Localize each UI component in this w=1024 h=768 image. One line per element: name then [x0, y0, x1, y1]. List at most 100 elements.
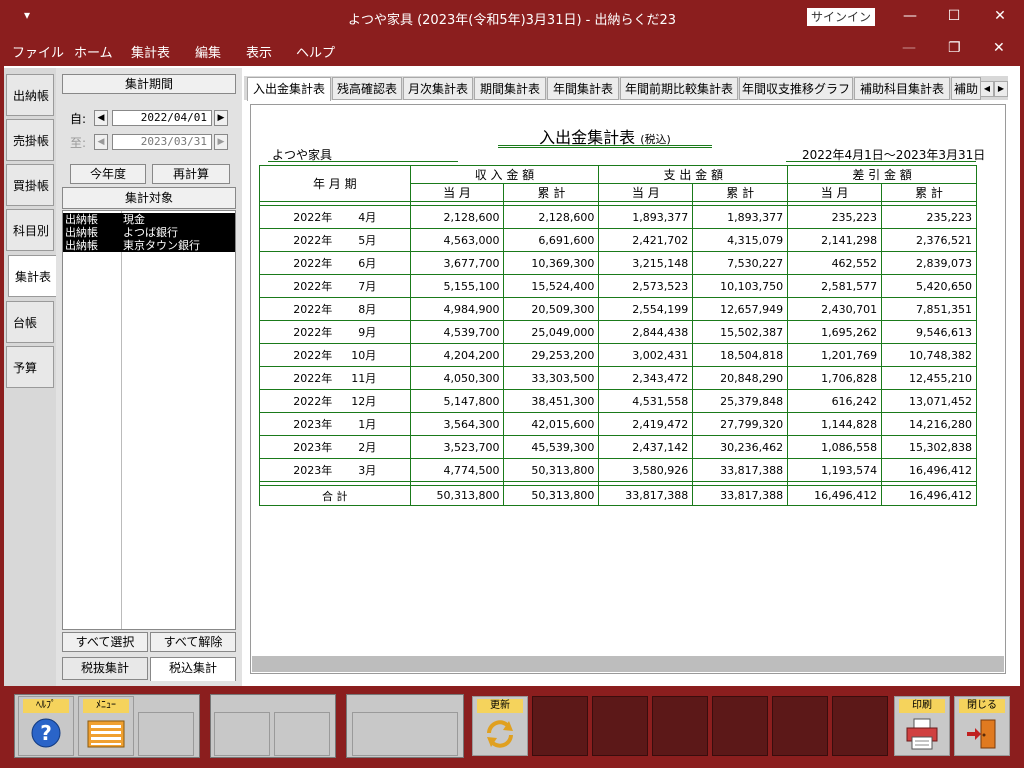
tab-cashbook[interactable]: 出納帳	[6, 74, 54, 116]
col-difference: 差 引 金 額	[787, 165, 977, 184]
deselect-all-button[interactable]: すべて解除	[150, 632, 236, 652]
cell-period: 2022年 5月	[259, 228, 411, 252]
tab-sub-account-summary[interactable]: 補助科目集計表	[854, 77, 950, 100]
cell-income-current: 4,539,700	[409, 320, 505, 344]
print-button[interactable]: 印刷	[894, 696, 950, 756]
menu-summary[interactable]: 集計表	[131, 42, 170, 61]
total-label: 合 計	[259, 485, 411, 506]
doc-close-icon[interactable]: ✕	[993, 40, 1005, 56]
col-income-current: 当 月	[409, 183, 505, 202]
help-button[interactable]: ﾍﾙﾌﾟ ?	[18, 696, 74, 756]
cell-month: 2月	[358, 441, 377, 454]
from-date-field[interactable]: 2022/04/01	[112, 110, 212, 126]
list-item[interactable]: 出納帳 東京タウン銀行	[63, 239, 235, 252]
tab-tax-included[interactable]: 税込集計	[150, 657, 236, 681]
menu-home[interactable]: ホーム	[74, 42, 113, 61]
cell-month: 5月	[358, 234, 377, 247]
menu-button[interactable]: ﾒﾆｭｰ	[78, 696, 134, 756]
cell-month: 4月	[358, 211, 377, 224]
cell-year: 2022年	[293, 280, 333, 293]
to-prev-button[interactable]: ◀	[94, 134, 108, 150]
tab-annual-comparison[interactable]: 年間前期比較集計表	[620, 77, 738, 100]
cell-month: 6月	[358, 257, 377, 270]
menu-view[interactable]: 表示	[246, 42, 272, 61]
tab-monthly-summary[interactable]: 月次集計表	[403, 77, 473, 100]
menu-edit[interactable]: 編集	[195, 42, 221, 61]
tab-annual-summary[interactable]: 年間集計表	[547, 77, 619, 100]
doc-restore-icon[interactable]: ❐	[948, 40, 961, 56]
list-item[interactable]: 出納帳 現金	[63, 213, 235, 226]
tab-payables[interactable]: 買掛帳	[6, 164, 54, 206]
tab-receivables[interactable]: 売掛帳	[6, 119, 54, 161]
from-next-button[interactable]: ▶	[214, 110, 228, 126]
empty-slot	[832, 696, 888, 756]
cell-difference-current: 1,201,769	[787, 343, 883, 367]
col-expense: 支 出 金 額	[598, 165, 789, 184]
menu-help[interactable]: ヘルプ	[296, 42, 335, 61]
table-row: 2022年 12月 5,147,800 38,451,300 4,531,558 25,3…	[259, 389, 977, 413]
title-underline	[498, 145, 712, 146]
to-next-button[interactable]: ▶	[214, 134, 228, 150]
from-prev-button[interactable]: ◀	[94, 110, 108, 126]
cell-month: 12月	[351, 395, 377, 408]
title-underline-2	[498, 147, 712, 148]
cell-expense-current: 2,421,702	[598, 228, 694, 252]
tab-summary[interactable]: 集計表	[8, 255, 58, 297]
cell-expense-cumulative: 30,236,462	[692, 435, 789, 459]
empty-slot	[592, 696, 648, 756]
cell-month: 7月	[358, 280, 377, 293]
help-icon: ?	[31, 718, 61, 748]
tab-period-summary[interactable]: 期間集計表	[474, 77, 546, 100]
signin-button[interactable]: サインイン	[807, 8, 875, 26]
period-header: 集計期間	[62, 74, 236, 94]
report-table: 年 月 期 収 入 金 額 支 出 金 額 差 引 金 額 当 月 累 計 当 …	[259, 165, 977, 506]
close-label: 閉じる	[959, 699, 1005, 713]
cell-expense-current: 2,343,472	[598, 366, 694, 390]
cell-expense-current: 2,437,142	[598, 435, 694, 459]
tab-tax-excluded[interactable]: 税抜集計	[62, 657, 148, 680]
tab-more[interactable]: 補助	[951, 77, 981, 100]
doc-minimize-icon[interactable]: —	[902, 40, 916, 56]
to-date-field[interactable]: 2023/03/31	[112, 134, 212, 150]
target-list[interactable]: 出納帳 現金 出納帳 よつば銀行 出納帳 東京タウン銀行	[62, 210, 236, 630]
list-item[interactable]: 出納帳 よつば銀行	[63, 226, 235, 239]
company-underline	[268, 161, 458, 162]
cell-month: 11月	[351, 372, 377, 385]
cell-difference-cumulative: 235,223	[881, 205, 977, 229]
col-difference-cumulative: 累 計	[881, 183, 977, 202]
this-year-button[interactable]: 今年度	[70, 164, 146, 184]
minimize-icon[interactable]: —	[898, 6, 922, 26]
list-item-type: 出納帳	[65, 226, 98, 239]
menu-file[interactable]: ファイル	[12, 42, 64, 61]
cell-income-cumulative: 6,691,600	[503, 228, 600, 252]
cell-income-current: 4,774,500	[409, 458, 505, 482]
maximize-icon[interactable]: ☐	[942, 6, 966, 26]
tab-scroll-left-icon[interactable]: ◀	[980, 81, 994, 97]
close-icon[interactable]: ✕	[988, 6, 1012, 26]
refresh-button[interactable]: 更新	[472, 696, 528, 756]
tab-balance-check[interactable]: 残高確認表	[332, 77, 402, 100]
total-row: 合 計 50,313,800 50,313,800 33,817,388 33,817,…	[259, 485, 977, 506]
cell-difference-cumulative: 14,216,280	[881, 412, 977, 436]
table-row: 2023年 2月 3,523,700 45,539,300 2,437,142 30,23…	[259, 435, 977, 459]
tab-annual-graph[interactable]: 年間収支推移グラフ	[739, 77, 853, 100]
tab-scroll-right-icon[interactable]: ▶	[994, 81, 1008, 97]
col-period: 年 月 期	[259, 165, 411, 202]
cell-income-cumulative: 29,253,200	[503, 343, 600, 367]
printer-icon	[906, 718, 938, 750]
tab-budget[interactable]: 予算	[6, 346, 54, 388]
cell-expense-current: 2,573,523	[598, 274, 694, 298]
cell-income-cumulative: 10,369,300	[503, 251, 600, 275]
select-all-button[interactable]: すべて選択	[62, 632, 148, 652]
cell-difference-current: 1,144,828	[787, 412, 883, 436]
close-button[interactable]: 閉じる	[954, 696, 1010, 756]
refresh-icon	[487, 720, 513, 748]
tab-ledger[interactable]: 台帳	[6, 301, 54, 343]
cell-income-current: 3,523,700	[409, 435, 505, 459]
recalc-button[interactable]: 再計算	[152, 164, 230, 184]
tab-by-account[interactable]: 科目別	[6, 209, 54, 251]
cell-year: 2022年	[293, 326, 333, 339]
tab-cashflow-summary[interactable]: 入出金集計表	[247, 77, 331, 101]
cell-period: 2023年 3月	[259, 458, 411, 482]
report-scrollbar[interactable]	[252, 656, 1004, 672]
